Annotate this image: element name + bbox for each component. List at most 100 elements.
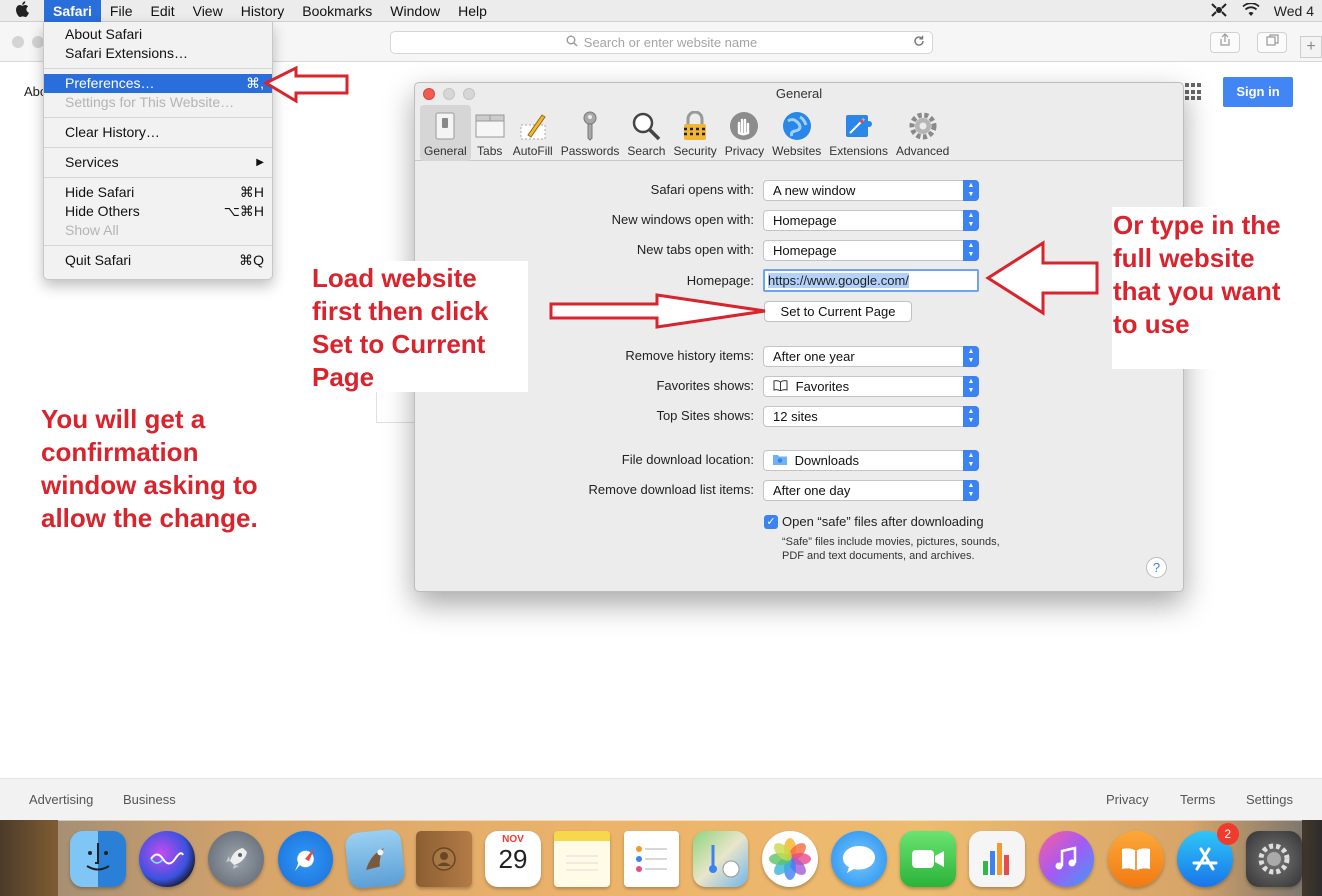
mail-icon[interactable]	[343, 827, 406, 890]
dock: NOV 29 2	[58, 820, 1302, 896]
topsites-select[interactable]: 12 sites ▲ ▼	[763, 406, 979, 427]
system-preferences-icon[interactable]	[1246, 830, 1302, 887]
apple-icon[interactable]	[0, 0, 44, 21]
services-item[interactable]: Services ▶	[44, 153, 272, 172]
general-pane: Safari opens with: A new window ▲ ▼ New w…	[415, 162, 1183, 592]
tab-privacy-label: Privacy	[724, 144, 765, 158]
tab-extensions[interactable]: Extensions	[825, 105, 892, 161]
tab-advanced[interactable]: Advanced	[892, 105, 953, 161]
tab-security-label: Security	[673, 144, 717, 158]
open-safe-files-note: “Safe” files include movies, pictures, s…	[782, 536, 1000, 562]
tab-websites-label: Websites	[772, 144, 822, 158]
google-apps-icon[interactable]	[1185, 83, 1203, 101]
annotation-arrow-set-current	[549, 293, 766, 329]
homepage-input[interactable]: https://www.google.com/	[763, 269, 979, 292]
hide-safari-item[interactable]: Hide Safari ⌘H	[44, 183, 272, 202]
address-bar[interactable]: Search or enter website name	[390, 31, 933, 54]
tab-websites[interactable]: Websites	[768, 105, 825, 161]
menubar-clock[interactable]: Wed 4	[1274, 3, 1314, 19]
safari-icon[interactable]	[277, 830, 334, 887]
remove-history-select[interactable]: After one year ▲ ▼	[763, 346, 979, 367]
new-tabs-select[interactable]: Homepage ▲ ▼	[763, 240, 979, 261]
menu-bookmarks[interactable]: Bookmarks	[293, 0, 381, 22]
new-tab-button[interactable]: +	[1300, 36, 1322, 58]
tab-tabs[interactable]: Tabs	[471, 105, 509, 161]
clear-history-item[interactable]: Clear History…	[44, 123, 272, 142]
popup-arrows-icon: ▲ ▼	[963, 346, 979, 367]
tab-security[interactable]: Security	[669, 105, 720, 161]
maps-icon[interactable]	[692, 830, 749, 887]
tab-search[interactable]: Search	[623, 105, 669, 161]
app-status-icon[interactable]	[1210, 2, 1228, 21]
tab-tabs-label: Tabs	[477, 144, 503, 158]
notes-icon[interactable]	[554, 830, 610, 887]
tab-passwords[interactable]: Passwords	[557, 105, 624, 161]
menu-file[interactable]: File	[101, 0, 142, 22]
tab-privacy[interactable]: Privacy	[721, 105, 768, 161]
hide-others-item[interactable]: Hide Others ⌥⌘H	[44, 202, 272, 221]
calendar-month: NOV	[502, 833, 524, 845]
numbers-icon[interactable]	[969, 830, 1026, 887]
annotation-line: Page	[312, 362, 375, 392]
siri-icon[interactable]	[139, 830, 195, 887]
open-safe-files-checkbox[interactable]: ✓	[764, 515, 778, 529]
popup-arrows-icon: ▲ ▼	[963, 480, 979, 501]
hide-safari-shortcut: ⌘H	[239, 184, 264, 200]
footer-privacy-link[interactable]: Privacy	[1106, 792, 1149, 807]
download-location-select[interactable]: Downloads ▲ ▼	[763, 450, 979, 471]
menu-help[interactable]: Help	[449, 0, 496, 22]
contacts-icon[interactable]	[415, 830, 472, 887]
menu-safari[interactable]: Safari	[44, 0, 101, 22]
appstore-icon[interactable]: 2	[1177, 822, 1239, 887]
google-footer: Advertising Business Privacy Terms Setti…	[0, 778, 1322, 820]
tab-autofill[interactable]: AutoFill	[509, 105, 557, 161]
new-windows-select[interactable]: Homepage ▲ ▼	[763, 210, 979, 231]
remove-download-select[interactable]: After one day ▲ ▼	[763, 480, 979, 501]
facetime-icon[interactable]	[900, 830, 956, 887]
finder-icon[interactable]	[70, 830, 126, 887]
minimize-window-button[interactable]	[443, 88, 455, 100]
tab-advanced-label: Advanced	[895, 144, 950, 158]
tab-passwords-label: Passwords	[560, 144, 620, 158]
menu-window[interactable]: Window	[381, 0, 449, 22]
about-safari-item[interactable]: About Safari	[44, 25, 272, 44]
wifi-icon[interactable]	[1242, 1, 1260, 20]
tabs-overview-button[interactable]	[1257, 32, 1287, 53]
calendar-icon[interactable]: NOV 29	[485, 830, 541, 887]
footer-business-link[interactable]: Business	[123, 792, 176, 807]
zoom-window-button[interactable]	[463, 88, 475, 100]
menu-history[interactable]: History	[232, 0, 294, 22]
ibooks-icon[interactable]	[1107, 830, 1164, 887]
reminders-icon[interactable]	[623, 830, 680, 887]
photos-icon[interactable]	[761, 830, 818, 887]
itunes-icon[interactable]	[1038, 830, 1095, 887]
footer-terms-link[interactable]: Terms	[1180, 792, 1215, 807]
preferences-window: General General Tabs AutoFill Passwords …	[414, 82, 1184, 592]
window-controls	[12, 36, 44, 48]
quit-safari-item[interactable]: Quit Safari ⌘Q	[44, 251, 272, 270]
search-icon	[566, 35, 578, 50]
remove-download-value: After one day	[773, 483, 851, 498]
annotation-line: You will get a	[41, 404, 206, 434]
messages-icon[interactable]	[831, 830, 887, 887]
sign-in-button[interactable]: Sign in	[1223, 77, 1293, 107]
footer-advertising-link[interactable]: Advertising	[29, 792, 93, 807]
homepage-label: Homepage:	[686, 273, 754, 288]
close-window-button[interactable]	[12, 36, 24, 48]
popup-arrows-icon: ▲ ▼	[963, 450, 979, 471]
launchpad-icon[interactable]	[208, 830, 265, 887]
menu-edit[interactable]: Edit	[141, 0, 183, 22]
preferences-item[interactable]: Preferences… ⌘,	[44, 74, 272, 93]
menu-view[interactable]: View	[184, 0, 232, 22]
hand-icon	[729, 111, 759, 141]
safari-extensions-item[interactable]: Safari Extensions…	[44, 44, 272, 63]
reload-icon[interactable]	[913, 35, 925, 50]
favorites-select[interactable]: Favorites ▲ ▼	[763, 376, 979, 397]
footer-settings-link[interactable]: Settings	[1246, 792, 1293, 807]
tab-general[interactable]: General	[420, 105, 471, 161]
help-button[interactable]: ?	[1146, 557, 1167, 578]
share-button[interactable]	[1210, 32, 1240, 53]
close-window-button[interactable]	[423, 88, 435, 100]
set-to-current-page-button[interactable]: Set to Current Page	[764, 301, 912, 322]
safari-opens-select[interactable]: A new window ▲ ▼	[763, 180, 979, 201]
